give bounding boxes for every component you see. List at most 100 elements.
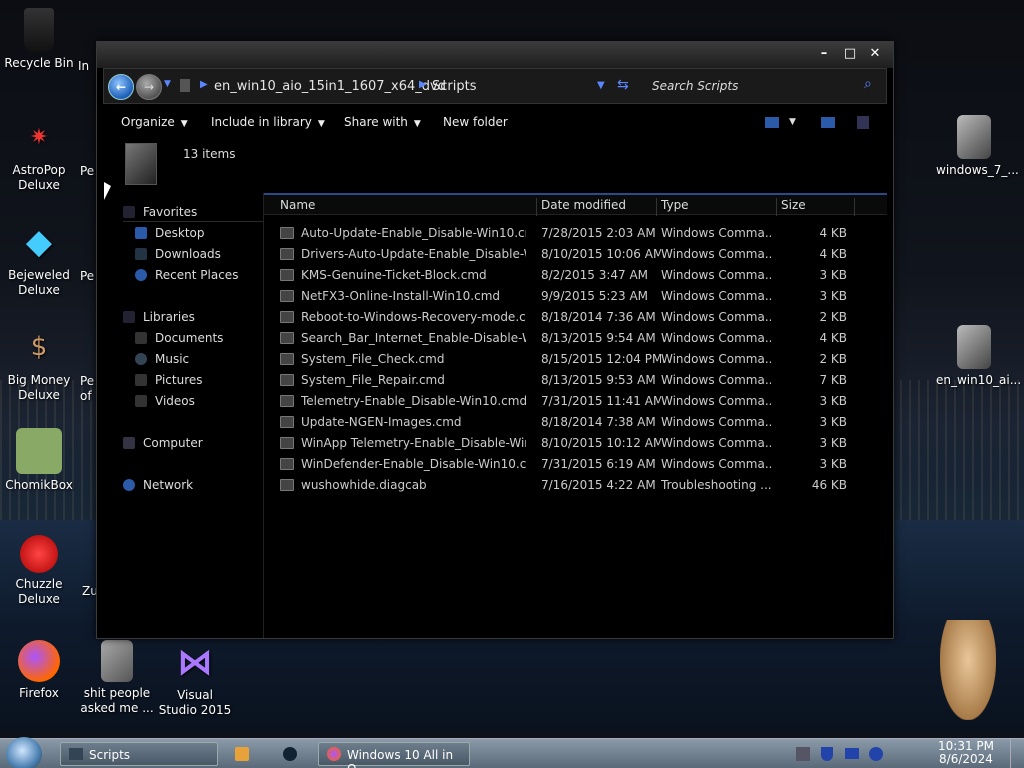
tray-network-icon[interactable] (796, 747, 810, 761)
preview-pane-icon[interactable] (821, 117, 835, 128)
table-row[interactable]: WinApp Telemetry-Enable_Disable-Win1... 8… (264, 433, 887, 454)
clock[interactable]: 10:31 PM 8/6/2024 (938, 740, 994, 766)
taskbar-item-scripts[interactable]: Scripts (60, 742, 218, 766)
column-header-size[interactable]: Size (781, 198, 855, 216)
taskbar-item-firefox[interactable]: Windows 10 All in O... (318, 742, 470, 768)
search-icon[interactable]: ⌕ (864, 76, 872, 92)
command-toolbar: Organize ▼ Include in library ▼ Share with… (97, 105, 893, 139)
nav-favorites[interactable]: Favorites (123, 205, 263, 222)
table-row[interactable]: wushowhide.diagcab 7/16/2015 4:22 AM Troub… (264, 475, 887, 496)
folder-large-icon (125, 143, 157, 185)
view-options-dropdown[interactable]: ▼ (789, 117, 796, 127)
column-header-name[interactable]: Name (280, 198, 537, 216)
table-row[interactable]: NetFX3-Online-Install-Win10.cmd 9/9/2015 … (264, 286, 887, 307)
maximize-button[interactable]: □ (840, 46, 860, 61)
desktop-icon-en-win10[interactable]: en_win10_ai... (936, 325, 1021, 388)
desktop-icon-folder-shit-people[interactable]: shit people asked me ... (79, 640, 155, 716)
new-folder-button[interactable]: New folder (443, 115, 508, 129)
network-icon (123, 479, 135, 491)
media-player-icon[interactable] (235, 747, 249, 761)
desktop-icon-label: Big Money Deluxe (7, 373, 71, 402)
file-list: Name Date modified Type Size Auto-Update… (263, 193, 887, 638)
nav-network[interactable]: Network (123, 478, 193, 492)
file-date-modified: 8/2/2015 3:47 AM (541, 268, 649, 282)
diagcab-file-icon (280, 479, 294, 491)
star-icon (123, 206, 135, 218)
table-row[interactable]: Telemetry-Enable_Disable-Win10.cmd 7/31/2… (264, 391, 887, 412)
organize-menu[interactable]: Organize ▼ (121, 115, 188, 129)
file-date-modified: 8/10/2015 10:06 AM (541, 247, 661, 261)
file-name: Telemetry-Enable_Disable-Win10.cmd (301, 394, 526, 408)
include-in-library-menu[interactable]: Include in library ▼ (211, 115, 325, 129)
file-size: 3 KB (819, 394, 847, 408)
table-row[interactable]: WinDefender-Enable_Disable-Win10.cmd 7/31… (264, 454, 887, 475)
table-row[interactable]: Update-NGEN-Images.cmd 8/18/2014 7:38 AM W… (264, 412, 887, 433)
arrow-right-icon: → (143, 80, 155, 94)
start-button[interactable] (6, 737, 42, 768)
breadcrumb-item[interactable]: en_win10_aio_15in1_1607_x64_dvd (214, 79, 446, 94)
table-row[interactable]: Drivers-Auto-Update-Enable_Disable-Wi...… (264, 244, 887, 265)
help-icon[interactable] (857, 116, 869, 129)
nav-downloads[interactable]: Downloads (135, 247, 221, 261)
desktop-icon-recycle-bin[interactable]: Recycle Bin (1, 8, 77, 71)
search-input[interactable]: Search Scripts (644, 73, 884, 99)
back-button[interactable]: ← (108, 74, 134, 100)
cmd-file-icon (280, 458, 294, 470)
tray-display-icon[interactable] (845, 748, 859, 759)
refresh-icon[interactable]: ⇆ (617, 77, 629, 93)
nav-documents[interactable]: Documents (135, 331, 223, 345)
tray-defender-icon[interactable] (821, 747, 833, 761)
window-titlebar[interactable]: – □ ✕ (97, 42, 893, 68)
desktop-icon-chuzzle[interactable]: Chuzzle Deluxe (1, 535, 77, 607)
desktop-icon-astropop[interactable]: ✷ AstroPop Deluxe (1, 115, 77, 193)
view-options-icon[interactable] (765, 117, 779, 128)
address-bar-row: ← → ▼ ▶ en_win10_aio_15in1_1607_x64_dvd … (103, 68, 887, 104)
table-row[interactable]: System_File_Check.cmd 8/15/2015 12:04 PM W… (264, 349, 887, 370)
clock-date: 8/6/2024 (939, 752, 993, 766)
share-with-menu[interactable]: Share with ▼ (344, 115, 421, 129)
file-type: Windows Comma... (661, 436, 771, 450)
computer-icon (123, 437, 135, 449)
nav-recent-places[interactable]: Recent Places (135, 268, 238, 282)
forward-button[interactable]: → (136, 74, 162, 100)
nav-music[interactable]: Music (135, 352, 189, 366)
show-desktop-button[interactable] (1010, 739, 1024, 768)
desktop-icon-bejeweled[interactable]: ◆ Bejeweled Deluxe (1, 220, 77, 298)
libraries-icon (123, 311, 135, 323)
file-date-modified: 7/31/2015 11:41 AM (541, 394, 661, 408)
address-dropdown-icon[interactable]: ▼ (597, 80, 605, 91)
app-icon[interactable] (283, 747, 297, 761)
tray-volume-icon[interactable] (869, 747, 883, 761)
table-row[interactable]: Reboot-to-Windows-Recovery-mode.cmd 8/18/… (264, 307, 887, 328)
taskbar: Scripts Windows 10 All in O... 10:31 PM … (0, 737, 1024, 768)
close-button[interactable]: ✕ (865, 46, 885, 61)
desktop-icon-visual-studio[interactable]: ⋈ Visual Studio 2015 (157, 640, 233, 718)
file-size: 2 KB (819, 310, 847, 324)
column-header-date-modified[interactable]: Date modified (541, 198, 657, 216)
desktop-icon-label: Firefox (19, 686, 59, 700)
nav-pictures[interactable]: Pictures (135, 373, 203, 387)
nav-libraries[interactable]: Libraries (123, 310, 195, 324)
desktop-icon-big-money[interactable]: $ Big Money Deluxe (1, 325, 77, 403)
table-row[interactable]: Auto-Update-Enable_Disable-Win10.cmd 7/28… (264, 223, 887, 244)
folder-icon (957, 325, 991, 369)
file-size: 3 KB (819, 415, 847, 429)
table-row[interactable]: Search_Bar_Internet_Enable-Disable-Win..… (264, 328, 887, 349)
folder-icon (101, 640, 133, 682)
astropop-icon: ✷ (29, 124, 49, 150)
nav-computer[interactable]: Computer (123, 436, 203, 450)
column-header-type[interactable]: Type (661, 198, 777, 216)
recent-pages-dropdown[interactable]: ▼ (164, 79, 171, 89)
table-row[interactable]: KMS-Genuine-Ticket-Block.cmd 8/2/2015 3:4… (264, 265, 887, 286)
minimize-button[interactable]: – (814, 46, 834, 61)
table-row[interactable]: System_File_Repair.cmd 8/13/2015 9:53 AM W… (264, 370, 887, 391)
breadcrumb-item[interactable]: Scripts (432, 79, 476, 94)
desktop-icon-chomikbox[interactable]: ChomikBox (1, 428, 77, 493)
nav-desktop[interactable]: Desktop (135, 226, 205, 240)
bejeweled-icon: ◆ (25, 221, 53, 262)
desktop-icon-windows7[interactable]: windows_7_... (936, 115, 1019, 178)
file-name: NetFX3-Online-Install-Win10.cmd (301, 289, 501, 303)
desktop-icon-firefox[interactable]: Firefox (1, 640, 77, 701)
big-money-icon: $ (30, 331, 48, 362)
nav-videos[interactable]: Videos (135, 394, 195, 408)
